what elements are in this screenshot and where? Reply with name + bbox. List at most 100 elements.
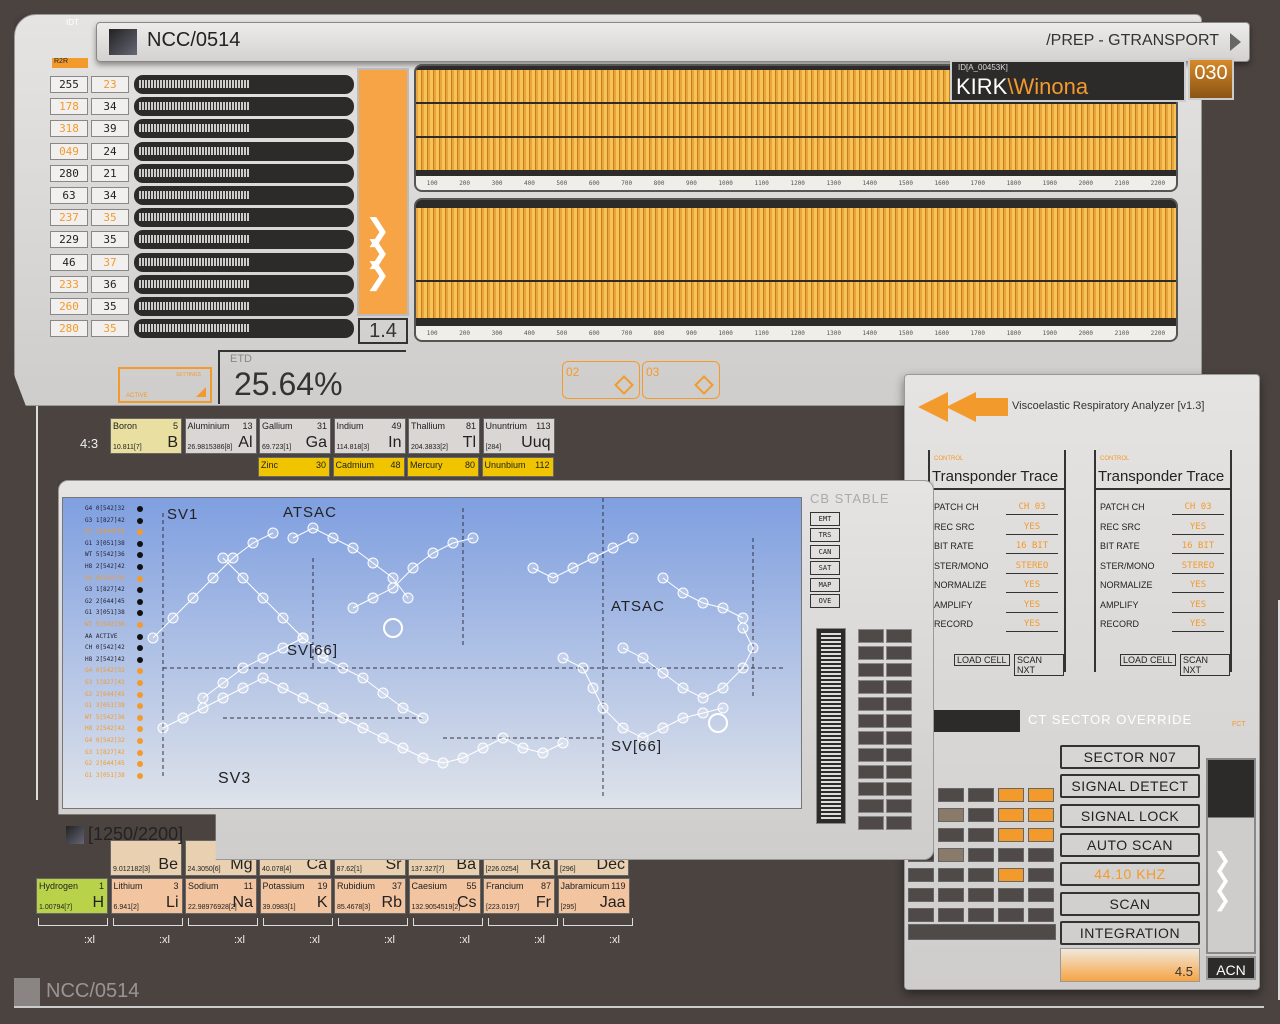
sector-cell[interactable] — [1028, 848, 1054, 862]
network-node[interactable] — [317, 702, 329, 714]
sector-cell[interactable] — [938, 808, 964, 822]
network-node[interactable] — [297, 692, 309, 704]
network-node[interactable] — [587, 682, 599, 694]
grid-button[interactable] — [886, 646, 912, 660]
element-cell[interactable]: Indium 49 In 114.818[3] — [333, 418, 406, 454]
load-cell-button[interactable]: LOAD CELL — [1120, 654, 1176, 666]
network-node[interactable] — [697, 692, 709, 704]
trace-row-value[interactable]: YES — [1006, 522, 1058, 535]
sector-cell[interactable] — [938, 868, 964, 882]
grid-button[interactable] — [886, 629, 912, 643]
hub-node[interactable] — [383, 618, 403, 638]
network-node[interactable] — [287, 532, 299, 544]
network-node[interactable] — [237, 682, 249, 694]
network-node[interactable] — [697, 707, 709, 719]
trace-row-value[interactable]: CH 03 — [1006, 502, 1058, 515]
element-cell[interactable]: Francium 87 Fr [223.0197] — [483, 878, 555, 914]
grid-button[interactable] — [858, 748, 884, 762]
grid-button[interactable] — [886, 799, 912, 813]
trace-row-value[interactable]: YES — [1006, 600, 1058, 613]
scan-next-button[interactable]: SCAN NXT — [1180, 654, 1230, 676]
network-node[interactable] — [237, 572, 249, 584]
node-list-item[interactable]: CH 0[542]42 — [85, 644, 125, 651]
network-node[interactable] — [657, 572, 669, 584]
network-node[interactable] — [257, 592, 269, 604]
network-node[interactable] — [637, 652, 649, 664]
element-cell[interactable]: Gallium 31 Ga 69.723[1] — [259, 418, 331, 454]
network-node[interactable] — [677, 587, 689, 599]
sector-cell[interactable] — [938, 908, 964, 922]
network-node[interactable] — [217, 692, 229, 704]
status-box[interactable]: ACTIVE SETTINGS — [118, 367, 212, 403]
table-cell[interactable]: 255 — [50, 76, 88, 93]
node-list-item[interactable]: G1 3[051]38 — [85, 772, 125, 779]
trace-row-value[interactable]: 16 BIT — [1006, 541, 1058, 554]
grid-button[interactable] — [886, 697, 912, 711]
network-node[interactable] — [697, 597, 709, 609]
node-list-item[interactable]: G2 2[644]45 — [85, 691, 125, 698]
sector-button[interactable]: SCAN — [1060, 891, 1200, 916]
grid-button[interactable] — [886, 714, 912, 728]
sector-cell[interactable] — [1028, 828, 1054, 842]
network-node[interactable] — [157, 722, 169, 734]
table-cell[interactable]: 23 — [91, 76, 129, 93]
node-list-item[interactable]: H8 2[542]42 — [85, 656, 125, 663]
table-cell[interactable]: 35 — [91, 298, 129, 315]
node-list-item[interactable]: WT 5[542]36 — [85, 551, 125, 558]
table-cell[interactable]: 21 — [91, 164, 129, 182]
network-node[interactable] — [567, 562, 579, 574]
network-node[interactable] — [447, 537, 459, 549]
network-node[interactable] — [217, 552, 229, 564]
element-cell[interactable]: Thallium 81 Tl 204.3833[2] — [408, 418, 480, 454]
slot-02[interactable]: 02 — [562, 361, 640, 399]
table-cell[interactable]: 280 — [50, 164, 88, 182]
node-list-item[interactable]: AA ACTIVE — [85, 633, 118, 640]
node-list-item[interactable]: H8 2[542]42 — [85, 563, 125, 570]
cb-item-button[interactable]: TRS — [810, 528, 840, 543]
table-cell[interactable]: 63 — [50, 187, 88, 204]
network-node[interactable] — [597, 702, 609, 714]
node-list-item[interactable]: G3 1[827]42 — [85, 749, 125, 756]
network-node[interactable] — [477, 742, 489, 754]
table-cell[interactable]: 049 — [50, 142, 88, 160]
network-node[interactable] — [227, 552, 239, 564]
node-list-item[interactable]: G2 2[644]45 — [85, 598, 125, 605]
table-cell[interactable]: 35 — [91, 209, 129, 227]
network-node[interactable] — [257, 652, 269, 664]
table-cell[interactable]: 46 — [50, 253, 88, 271]
sector-cell[interactable] — [968, 788, 994, 802]
table-cell[interactable]: 233 — [50, 275, 88, 293]
network-node[interactable] — [257, 672, 269, 684]
network-map[interactable]: G4 0[542]32 G3 1[827]42 G2 2[644]45 G1 3[05… — [62, 497, 802, 809]
network-node[interactable] — [417, 712, 429, 724]
network-node[interactable] — [397, 702, 409, 714]
sector-cell[interactable] — [998, 808, 1024, 822]
sector-cell[interactable] — [998, 868, 1024, 882]
sector-cell[interactable] — [968, 908, 994, 922]
sector-button[interactable]: AUTO SCAN — [1060, 832, 1200, 857]
table-cell[interactable]: 37 — [91, 253, 129, 271]
network-node[interactable] — [437, 757, 449, 769]
network-node[interactable] — [737, 662, 749, 674]
network-node[interactable] — [577, 662, 589, 674]
network-node[interactable] — [357, 672, 369, 684]
network-node[interactable] — [267, 527, 279, 539]
network-node[interactable] — [587, 552, 599, 564]
network-node[interactable] — [367, 557, 379, 569]
table-cell[interactable]: 36 — [91, 275, 129, 293]
table-cell[interactable]: 34 — [91, 98, 129, 116]
grid-button[interactable] — [858, 646, 884, 660]
sector-cell[interactable] — [968, 808, 994, 822]
sector-cell[interactable] — [1028, 808, 1054, 822]
grid-button[interactable] — [858, 799, 884, 813]
node-list-item[interactable]: G3 1[827]42 — [85, 517, 125, 524]
scan-next-button[interactable]: SCAN NXT — [1014, 654, 1064, 676]
table-cell[interactable]: 35 — [91, 320, 129, 338]
node-list-item[interactable]: WT 5[542]36 — [85, 714, 125, 721]
network-node[interactable] — [147, 632, 159, 644]
trace-row-value[interactable]: YES — [1172, 522, 1224, 535]
node-list-item[interactable]: G4 0[542]32 — [85, 505, 125, 512]
sector-cell[interactable] — [998, 788, 1024, 802]
table-cell[interactable]: 229 — [50, 231, 88, 249]
load-cell-button[interactable]: LOAD CELL — [954, 654, 1010, 666]
